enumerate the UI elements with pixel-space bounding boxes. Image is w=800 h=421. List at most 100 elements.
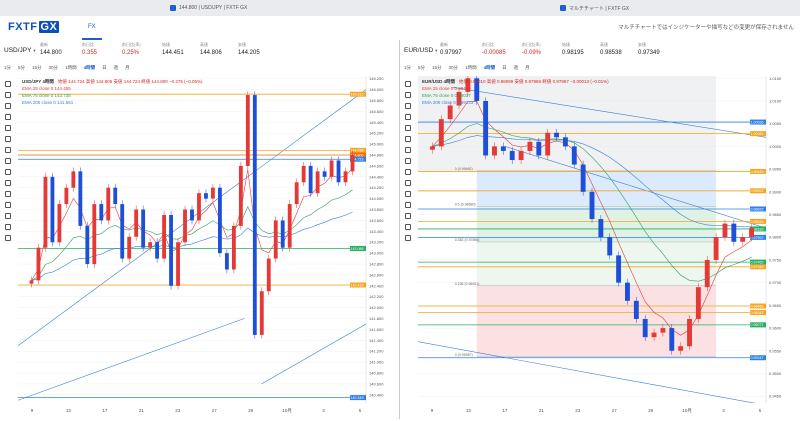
trend-line <box>17 318 245 401</box>
trash-icon[interactable] <box>405 235 411 241</box>
timeframe-button[interactable]: 15分 <box>32 65 42 71</box>
zoom-icon[interactable] <box>405 191 411 197</box>
lock-icon[interactable] <box>5 213 11 219</box>
brush-icon[interactable] <box>5 158 11 164</box>
trendline-icon[interactable] <box>5 92 11 98</box>
channel-icon[interactable] <box>405 114 411 120</box>
candle <box>141 209 146 248</box>
text-icon[interactable] <box>5 136 11 142</box>
price-tag-label: 140.349 <box>351 396 364 400</box>
y-tick-label: 143.000 <box>369 251 384 256</box>
candle <box>36 247 41 281</box>
lock-icon[interactable] <box>405 213 411 219</box>
y-tick-label: 144.200 <box>369 185 384 190</box>
chart-pane-usdjpy: USD/JPY▼ 最新 144.800 前日比 0.355 前日比(率) 0.25% 始値 14… <box>0 40 400 419</box>
trash-icon[interactable] <box>5 235 11 241</box>
symbol-selector[interactable]: EUR/USD▼ <box>404 47 438 54</box>
candle <box>678 346 684 351</box>
timeframe-button[interactable]: 5分 <box>18 65 25 71</box>
timeframe-button[interactable]: 4時間 <box>484 65 496 71</box>
zoom-icon[interactable] <box>5 191 11 197</box>
shape-icon[interactable] <box>5 169 11 175</box>
ray-icon[interactable] <box>5 103 11 109</box>
chart-svg: 140.400 140.600 140.800 141.000 141.200 141.4… <box>17 76 384 403</box>
y-tick-label: 142.800 <box>369 262 384 267</box>
candle <box>625 282 630 301</box>
candle <box>211 187 215 199</box>
timeframe-button[interactable]: 月 <box>525 65 530 71</box>
y-tick-label: 146.200 <box>369 76 384 81</box>
y-tick-label: 143.400 <box>369 229 384 234</box>
app-header-left: FXTF GX FX <box>0 16 400 41</box>
candle <box>438 119 444 147</box>
y-tick-label: 141.800 <box>369 316 384 321</box>
timeframe-button[interactable]: 30分 <box>449 65 459 71</box>
eye-icon[interactable] <box>405 224 411 230</box>
timeframe-button[interactable]: 4時間 <box>84 65 96 71</box>
eye-icon[interactable] <box>5 224 11 230</box>
timeframe-button[interactable]: 5分 <box>418 65 425 71</box>
y-tick-label: 0.9550 <box>769 348 782 353</box>
multichart-notice: マルチチャートではインジケーターや描写などの変更が保存されません <box>618 25 794 31</box>
symbol-selector[interactable]: USD/JPY▼ <box>4 47 36 54</box>
y-tick-label: 144.400 <box>369 174 384 179</box>
measure-icon[interactable] <box>405 147 411 153</box>
crosshair-icon[interactable] <box>405 81 411 87</box>
timeframe-button[interactable]: 1時間 <box>465 65 477 71</box>
fxtf-logo: FXTF GX <box>8 21 60 33</box>
candle <box>500 146 506 151</box>
timeframe-button[interactable]: 日 <box>102 65 107 71</box>
fib-zone <box>476 241 717 286</box>
chart-svg: 0.9450 0.9500 0.9550 0.9600 0.9650 0.9700 0.97… <box>417 74 782 406</box>
browser-tab-multichart[interactable]: マルチチャート | FXTF GX <box>560 0 680 16</box>
candle <box>322 171 327 177</box>
pitchfork-icon[interactable] <box>405 125 411 131</box>
fib-level-label: 0.5 (0.98680) <box>455 202 476 206</box>
y-tick-label: 0.9450 <box>769 394 782 399</box>
candle <box>224 253 229 270</box>
timeframe-button[interactable]: 1時間 <box>65 65 77 71</box>
chart-legend: EUR/USD 4時間 始値 0.98010 高値 0.98099 安値 0.97… <box>422 78 609 106</box>
y-tick-label: 142.600 <box>369 272 384 277</box>
quote-value: 0.25% <box>122 50 140 56</box>
crosshair-icon[interactable] <box>5 81 11 87</box>
browser-tab-usdjpy[interactable]: 144.800 | USD/JPY | FXTF GX <box>170 0 400 16</box>
magnet-icon[interactable] <box>5 202 11 208</box>
ray-icon[interactable] <box>405 103 411 109</box>
ruler-icon[interactable] <box>5 180 11 186</box>
trendline-icon[interactable] <box>405 92 411 98</box>
candle <box>134 209 139 237</box>
pitchfork-icon[interactable] <box>5 125 11 131</box>
price-tag-label: 1.00281 <box>751 132 764 136</box>
brush-icon[interactable] <box>405 158 411 164</box>
timeframe-button[interactable]: 1分 <box>4 65 11 71</box>
favicon-icon <box>170 5 176 11</box>
candle <box>740 237 746 242</box>
candle <box>120 204 125 259</box>
candle <box>190 209 194 221</box>
x-tick-label: 13 <box>466 408 472 413</box>
magnet-icon[interactable] <box>405 202 411 208</box>
timeframe-button[interactable]: 週 <box>514 65 519 71</box>
timeframe-button[interactable]: 週 <box>114 65 119 71</box>
candle <box>217 187 222 254</box>
timeframe-button[interactable]: 日 <box>502 65 507 71</box>
nav-tab-fx[interactable]: FX <box>82 16 102 40</box>
candle <box>518 150 524 161</box>
ruler-icon[interactable] <box>405 180 411 186</box>
price-chart[interactable]: 140.400 140.600 140.800 141.000 141.200 141.4… <box>17 76 392 403</box>
text-icon[interactable] <box>405 136 411 142</box>
quote-value: 0.98195 <box>562 50 584 56</box>
channel-icon[interactable] <box>5 114 11 120</box>
price-tag-label: 143.085 <box>351 247 364 251</box>
quote-header: USD/JPY▼ 最新 144.800 前日比 0.355 前日比(率) 0.25% 始値 14… <box>0 40 399 62</box>
fib-level-label: 0 (0.99462) <box>455 167 473 171</box>
timeframe-button[interactable]: 30分 <box>49 65 59 71</box>
timeframe-button[interactable]: 1分 <box>404 65 411 71</box>
measure-icon[interactable] <box>5 147 11 153</box>
timeframe-button[interactable]: 月 <box>125 65 130 71</box>
shape-icon[interactable] <box>405 169 411 175</box>
price-chart[interactable]: 0.9450 0.9500 0.9550 0.9600 0.9650 0.9700 0.97… <box>417 74 792 406</box>
timeframe-button[interactable]: 15分 <box>432 65 442 71</box>
x-tick-label: 3 <box>322 408 325 413</box>
